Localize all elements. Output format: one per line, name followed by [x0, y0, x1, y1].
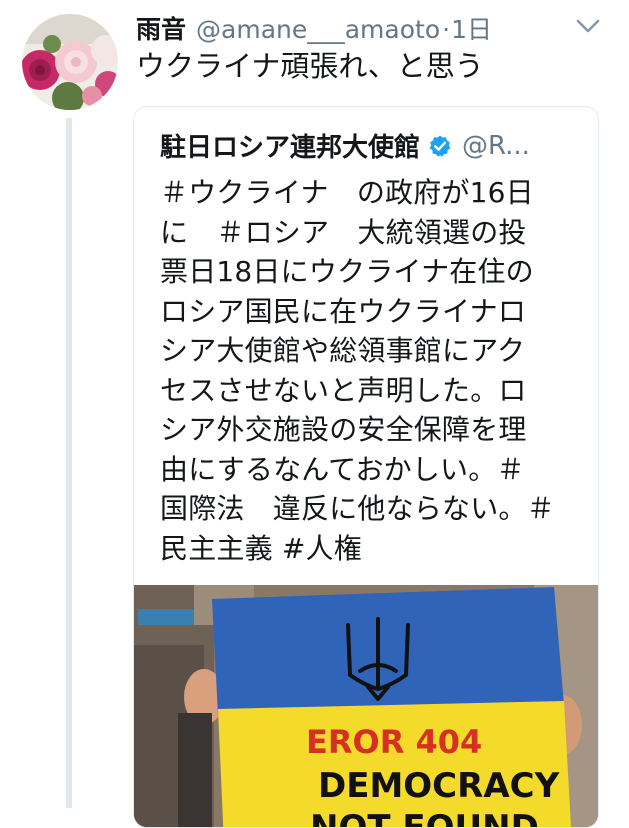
- chevron-down-icon[interactable]: [575, 16, 601, 36]
- tweet-timestamp[interactable]: 1日: [451, 10, 492, 46]
- sign-text-not-found: NOT FOUND: [310, 808, 539, 828]
- quoted-text-line: セスさせないと声明した。ロ: [160, 373, 527, 407]
- separator-dot: ·: [442, 15, 451, 44]
- quoted-tweet-text: ＃ウクライナ の政府が16日 に ＃ロシア 大統領選の投 票日18日にウクライナ…: [160, 173, 560, 568]
- quoted-text-line: 由にするなんておかしい。＃: [160, 452, 525, 486]
- thread-line: [66, 118, 72, 808]
- quoted-tweet-header: 駐日ロシア連邦大使館 @R...: [160, 127, 530, 164]
- sign-text-democracy: DEMOCRACY: [318, 766, 560, 806]
- quoted-text-line: 民主主義 #人権: [160, 531, 362, 565]
- user-handle[interactable]: @amane___amaoto: [196, 15, 440, 44]
- quoted-text-line: シア外交施設の安全保障を理: [160, 413, 527, 446]
- sign-text-error: EROR 404: [306, 723, 482, 761]
- display-name[interactable]: 雨音: [136, 10, 186, 46]
- protest-sign-photo: EROR 404 DEMOCRACY NOT FOUND: [134, 585, 598, 828]
- quoted-text-line: 票日18日にウクライナ在住の: [160, 255, 534, 288]
- tweet-text: ウクライナ頑張れ、と思う: [136, 49, 484, 83]
- quoted-tweet-photo[interactable]: EROR 404 DEMOCRACY NOT FOUND: [134, 585, 598, 828]
- quoted-tweet-card[interactable]: 駐日ロシア連邦大使館 @R... ＃ウクライナ の政府が16日 に ＃ロシア 大…: [133, 106, 599, 828]
- quoted-text-line: シア大使館や総領事館にアク: [160, 334, 526, 367]
- quoted-text-line: 国際法 違反に他ならない。＃: [160, 492, 555, 525]
- quoted-text-line: に ＃ロシア 大統領選の投: [160, 215, 527, 249]
- quoted-text-line: ロシア国民に在ウクライナロ: [160, 294, 527, 328]
- quoted-user-handle[interactable]: @R...: [462, 131, 530, 161]
- verified-badge-icon: [429, 135, 451, 157]
- quoted-display-name[interactable]: 駐日ロシア連邦大使館: [160, 127, 420, 164]
- tweet-header: 雨音 @amane___amaoto · 1日: [136, 10, 492, 46]
- quoted-text-line: ＃ウクライナ の政府が16日: [160, 176, 534, 209]
- peony-flowers-avatar: [22, 14, 118, 110]
- user-avatar[interactable]: [22, 14, 118, 110]
